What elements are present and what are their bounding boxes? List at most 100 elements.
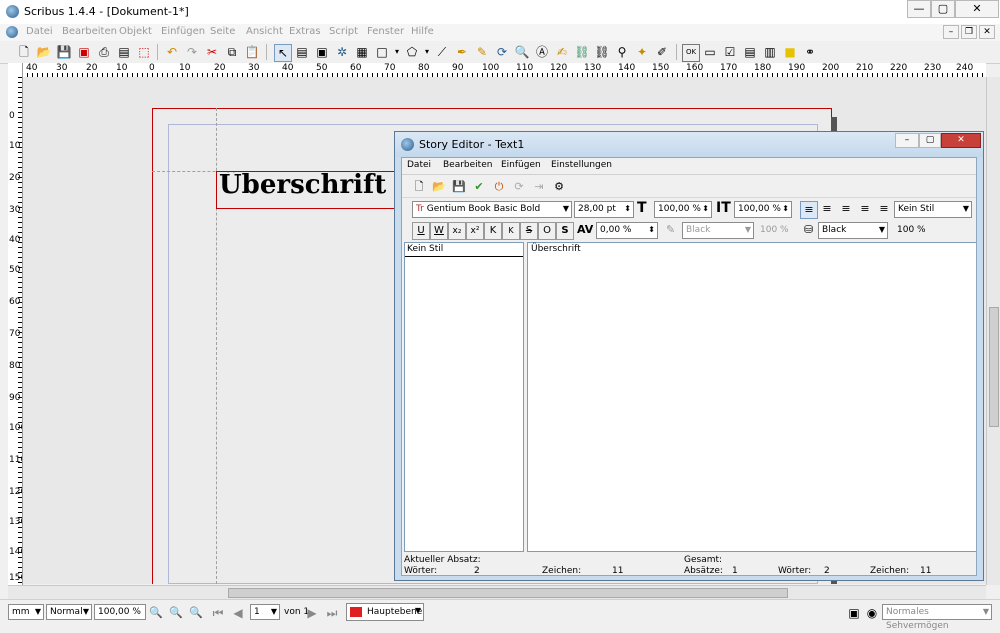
tracking-input[interactable]: 0,00 % ⬍ bbox=[596, 222, 658, 239]
mode-select[interactable]: Normal ▼ bbox=[46, 604, 92, 620]
close-document-icon[interactable]: ▣ bbox=[76, 44, 92, 60]
menu-hilfe[interactable]: Hilfe bbox=[411, 26, 434, 37]
link-annotation-icon[interactable]: ⚭ bbox=[802, 44, 818, 60]
story-menu-einfuegen[interactable]: Einfügen bbox=[501, 160, 541, 170]
measure-icon[interactable]: ⚲ bbox=[614, 44, 630, 60]
page-select[interactable]: 1 ▼ bbox=[250, 604, 280, 620]
story-minimize-icon[interactable]: – bbox=[895, 133, 919, 148]
stroke-color-select[interactable]: Black ▼ bbox=[682, 222, 754, 239]
preflight-icon[interactable]: ▤ bbox=[116, 44, 132, 60]
zoom-in-icon[interactable]: 🔍 bbox=[188, 605, 204, 621]
paragraph-style-column[interactable]: Kein Stil bbox=[404, 242, 524, 552]
unit-select[interactable]: mm ▼ bbox=[8, 604, 44, 620]
story-text-area[interactable]: Überschrift bbox=[527, 242, 976, 552]
layer-select[interactable]: Hauptebene ▼ bbox=[346, 603, 424, 621]
text-annotation-icon[interactable]: ■ bbox=[782, 44, 798, 60]
menu-fenster[interactable]: Fenster bbox=[367, 26, 404, 37]
polygon-dropdown-icon[interactable]: ▾ bbox=[419, 44, 435, 60]
story-apply-checkmark-icon[interactable]: ✔ bbox=[470, 178, 488, 196]
small-caps-icon[interactable]: K bbox=[502, 222, 520, 240]
polygon-icon[interactable]: ⬠ bbox=[404, 44, 420, 60]
shadow-icon[interactable]: S bbox=[556, 222, 574, 240]
superscript-icon[interactable]: x² bbox=[466, 222, 484, 240]
maximize-button[interactable]: ▢ bbox=[931, 0, 955, 18]
copy-icon[interactable]: ⧉ bbox=[224, 44, 240, 60]
shape-icon[interactable]: □ bbox=[374, 44, 390, 60]
edit-contents-icon[interactable]: Ⓐ bbox=[534, 44, 550, 60]
pdf-listbox-icon[interactable]: ▥ bbox=[762, 44, 778, 60]
font-family-select[interactable]: Tr Gentium Book Basic Bold ▼ bbox=[412, 201, 572, 218]
story-maximize-icon[interactable]: ▢ bbox=[919, 133, 941, 148]
story-editor-title-bar[interactable]: Story Editor - Text1 – ▢ ✕ bbox=[395, 132, 983, 157]
story-cancel-icon[interactable]: ⏻ bbox=[490, 178, 508, 196]
zoom-icon[interactable]: 🔍 bbox=[514, 44, 530, 60]
zoom-input[interactable]: 100,00 % bbox=[94, 604, 146, 620]
table-icon[interactable]: ▦ bbox=[354, 44, 370, 60]
cut-icon[interactable]: ✂ bbox=[204, 44, 220, 60]
strikethrough-icon[interactable]: S bbox=[520, 222, 538, 240]
horizontal-ruler[interactable]: 40 30 20 10 0 10 20 30 40 50 60 70 80 90… bbox=[22, 63, 986, 78]
freehand-icon[interactable]: ✎ bbox=[474, 44, 490, 60]
ruler-corner[interactable] bbox=[8, 63, 23, 78]
doc-minimize-icon[interactable]: – bbox=[943, 25, 959, 39]
next-page-icon[interactable]: ▶ bbox=[304, 605, 320, 621]
story-menu-einstellungen[interactable]: Einstellungen bbox=[551, 160, 612, 170]
paragraph-style-select[interactable]: Kein Stil ▼ bbox=[894, 201, 972, 218]
menu-ansicht[interactable]: Ansicht bbox=[246, 26, 283, 37]
shape-dropdown-icon[interactable]: ▾ bbox=[389, 44, 405, 60]
align-left-icon[interactable]: ≡ bbox=[800, 201, 818, 219]
preview-icon[interactable]: ▣ bbox=[846, 605, 862, 621]
line-icon[interactable]: ⟋ bbox=[434, 44, 450, 60]
story-close-icon[interactable]: ✕ bbox=[941, 133, 981, 148]
save-icon[interactable]: 💾 bbox=[56, 44, 72, 60]
style-list-item[interactable]: Kein Stil bbox=[405, 243, 523, 257]
close-button[interactable]: ✕ bbox=[955, 0, 999, 18]
pdf-export-icon[interactable]: ⬚ bbox=[136, 44, 152, 60]
minimize-button[interactable]: — bbox=[907, 0, 931, 18]
menu-bearbeiten[interactable]: Bearbeiten bbox=[62, 26, 117, 37]
menu-datei[interactable]: Datei bbox=[26, 26, 53, 37]
image-frame-icon[interactable]: ▣ bbox=[314, 44, 330, 60]
story-menu-bearbeiten[interactable]: Bearbeiten bbox=[443, 160, 492, 170]
story-save-icon[interactable]: 💾 bbox=[450, 178, 468, 196]
text-frame[interactable]: Überschrift bbox=[216, 171, 396, 209]
pdf-button-icon[interactable]: OK bbox=[682, 44, 700, 62]
link-frames-icon[interactable]: ⛓ bbox=[574, 44, 590, 60]
bezier-icon[interactable]: ✒ bbox=[454, 44, 470, 60]
story-font-preview-icon[interactable]: ⚙ bbox=[550, 178, 568, 196]
unlink-frames-icon[interactable]: ⛓ bbox=[594, 44, 610, 60]
story-reload-icon[interactable]: ⟳ bbox=[510, 178, 528, 196]
first-page-icon[interactable]: ⏮ bbox=[210, 605, 226, 621]
doc-close-icon[interactable]: ✕ bbox=[979, 25, 995, 39]
vertical-ruler[interactable]: 0 10 20 30 40 50 60 70 80 90 100 110 120… bbox=[8, 77, 23, 585]
horizontal-scale-input[interactable]: 100,00 % ⬍ bbox=[654, 201, 712, 218]
color-management-icon[interactable]: ◉ bbox=[864, 605, 880, 621]
menu-seite[interactable]: Seite bbox=[210, 26, 235, 37]
undo-icon[interactable]: ↶ bbox=[164, 44, 180, 60]
vertical-scale-input[interactable]: 100,00 % ⬍ bbox=[734, 201, 792, 218]
print-icon[interactable]: ⎙ bbox=[96, 44, 112, 60]
select-pointer-icon[interactable]: ↖ bbox=[274, 44, 292, 62]
font-size-input[interactable]: 28,00 pt ⬍ bbox=[574, 201, 634, 218]
story-update-icon[interactable]: ⇥ bbox=[530, 178, 548, 196]
underline-icon[interactable]: U bbox=[412, 222, 430, 240]
vertical-scroll-thumb[interactable] bbox=[989, 307, 999, 427]
pdf-textfield-icon[interactable]: ▭ bbox=[702, 44, 718, 60]
rotate-icon[interactable]: ⟳ bbox=[494, 44, 510, 60]
outline-icon[interactable]: O bbox=[538, 222, 556, 240]
story-open-icon[interactable]: 📂 bbox=[430, 178, 448, 196]
paste-icon[interactable]: 📋 bbox=[244, 44, 260, 60]
previous-page-icon[interactable]: ◀ bbox=[230, 605, 246, 621]
underline-words-icon[interactable]: W bbox=[430, 222, 448, 240]
menu-objekt[interactable]: Objekt bbox=[119, 26, 152, 37]
pdf-checkbox-icon[interactable]: ☑ bbox=[722, 44, 738, 60]
eyedropper-icon[interactable]: ✐ bbox=[654, 44, 670, 60]
menu-extras[interactable]: Extras bbox=[289, 26, 321, 37]
menu-einfuegen[interactable]: Einfügen bbox=[161, 26, 205, 37]
zoom-out-icon[interactable]: 🔍 bbox=[148, 605, 164, 621]
edit-text-icon[interactable]: ✍ bbox=[554, 44, 570, 60]
new-document-icon[interactable]: 🗋 bbox=[16, 44, 32, 60]
horizontal-scrollbar[interactable] bbox=[8, 585, 986, 600]
view-mode-select[interactable]: Normales Sehvermögen ▼ bbox=[882, 604, 992, 631]
text-frame-icon[interactable]: ▤ bbox=[294, 44, 310, 60]
